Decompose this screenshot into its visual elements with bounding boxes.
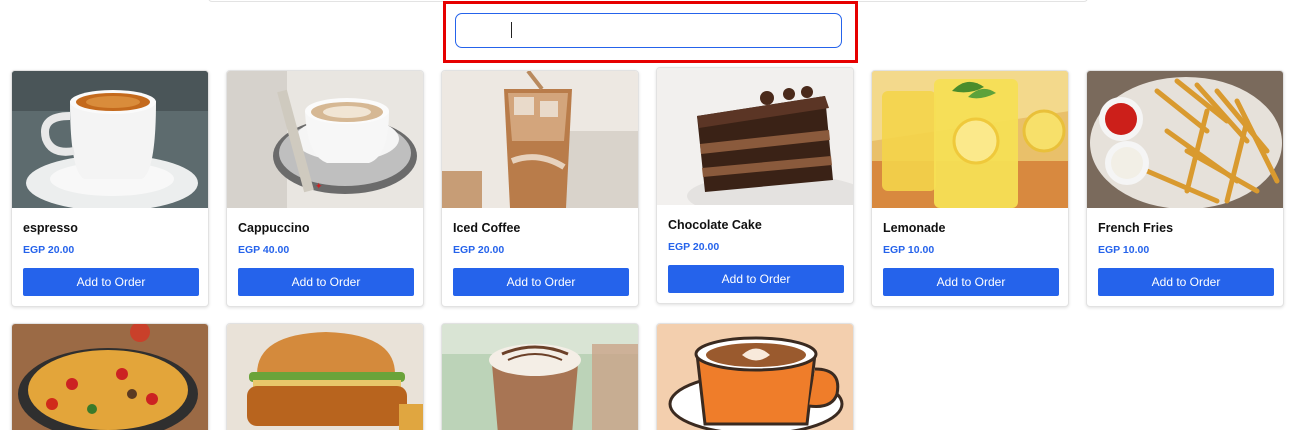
search-input[interactable] [455,13,842,48]
product-card-iced-coffee: Iced Coffee EGP 20.00 Add to Order [441,70,639,307]
cappuccino-image: ✦ [227,71,423,208]
add-to-order-button[interactable]: Add to Order [23,268,199,296]
product-price: EGP 40.00 [238,244,290,256]
product-name: espresso [23,221,78,235]
product-card-nachos [11,323,209,430]
product-name: French Fries [1098,221,1174,235]
burger-image [227,324,423,430]
product-card-hot-chocolate [441,323,639,430]
product-name: Iced Coffee [453,221,521,235]
latte-image [657,324,853,430]
product-price: EGP 20.00 [668,241,720,253]
product-card-french-fries: French Fries EGP 10.00 Add to Order [1086,70,1284,307]
product-price: EGP 10.00 [1098,244,1150,256]
lemonade-image [872,71,1068,208]
nachos-image [12,324,208,430]
product-price: EGP 10.00 [883,244,935,256]
add-to-order-button[interactable]: Add to Order [238,268,414,296]
add-to-order-button[interactable]: Add to Order [1098,268,1274,296]
product-name: Chocolate Cake [668,218,762,232]
product-card-lemonade: Lemonade EGP 10.00 Add to Order [871,70,1069,307]
product-card-burger [226,323,424,430]
french-fries-image [1087,71,1283,208]
product-card-espresso: espresso EGP 20.00 Add to Order [11,70,209,307]
product-name: Lemonade [883,221,946,235]
iced-coffee-image [442,71,638,208]
product-card-latte [656,323,854,430]
add-to-order-button[interactable]: Add to Order [883,268,1059,296]
product-name: Cappuccino [238,221,310,235]
chocolate-cake-image [657,68,853,205]
product-price: EGP 20.00 [23,244,75,256]
product-card-chocolate-cake: Chocolate Cake EGP 20.00 Add to Order [656,67,854,304]
add-to-order-button[interactable]: Add to Order [668,265,844,293]
add-to-order-button[interactable]: Add to Order [453,268,629,296]
espresso-image [12,71,208,208]
hot-chocolate-image [442,324,638,430]
product-card-cappuccino: ✦ Cappuccino EGP 40.00 Add to Order [226,70,424,307]
product-price: EGP 20.00 [453,244,505,256]
text-caret [511,22,512,38]
svg-text:✦: ✦ [315,181,323,191]
